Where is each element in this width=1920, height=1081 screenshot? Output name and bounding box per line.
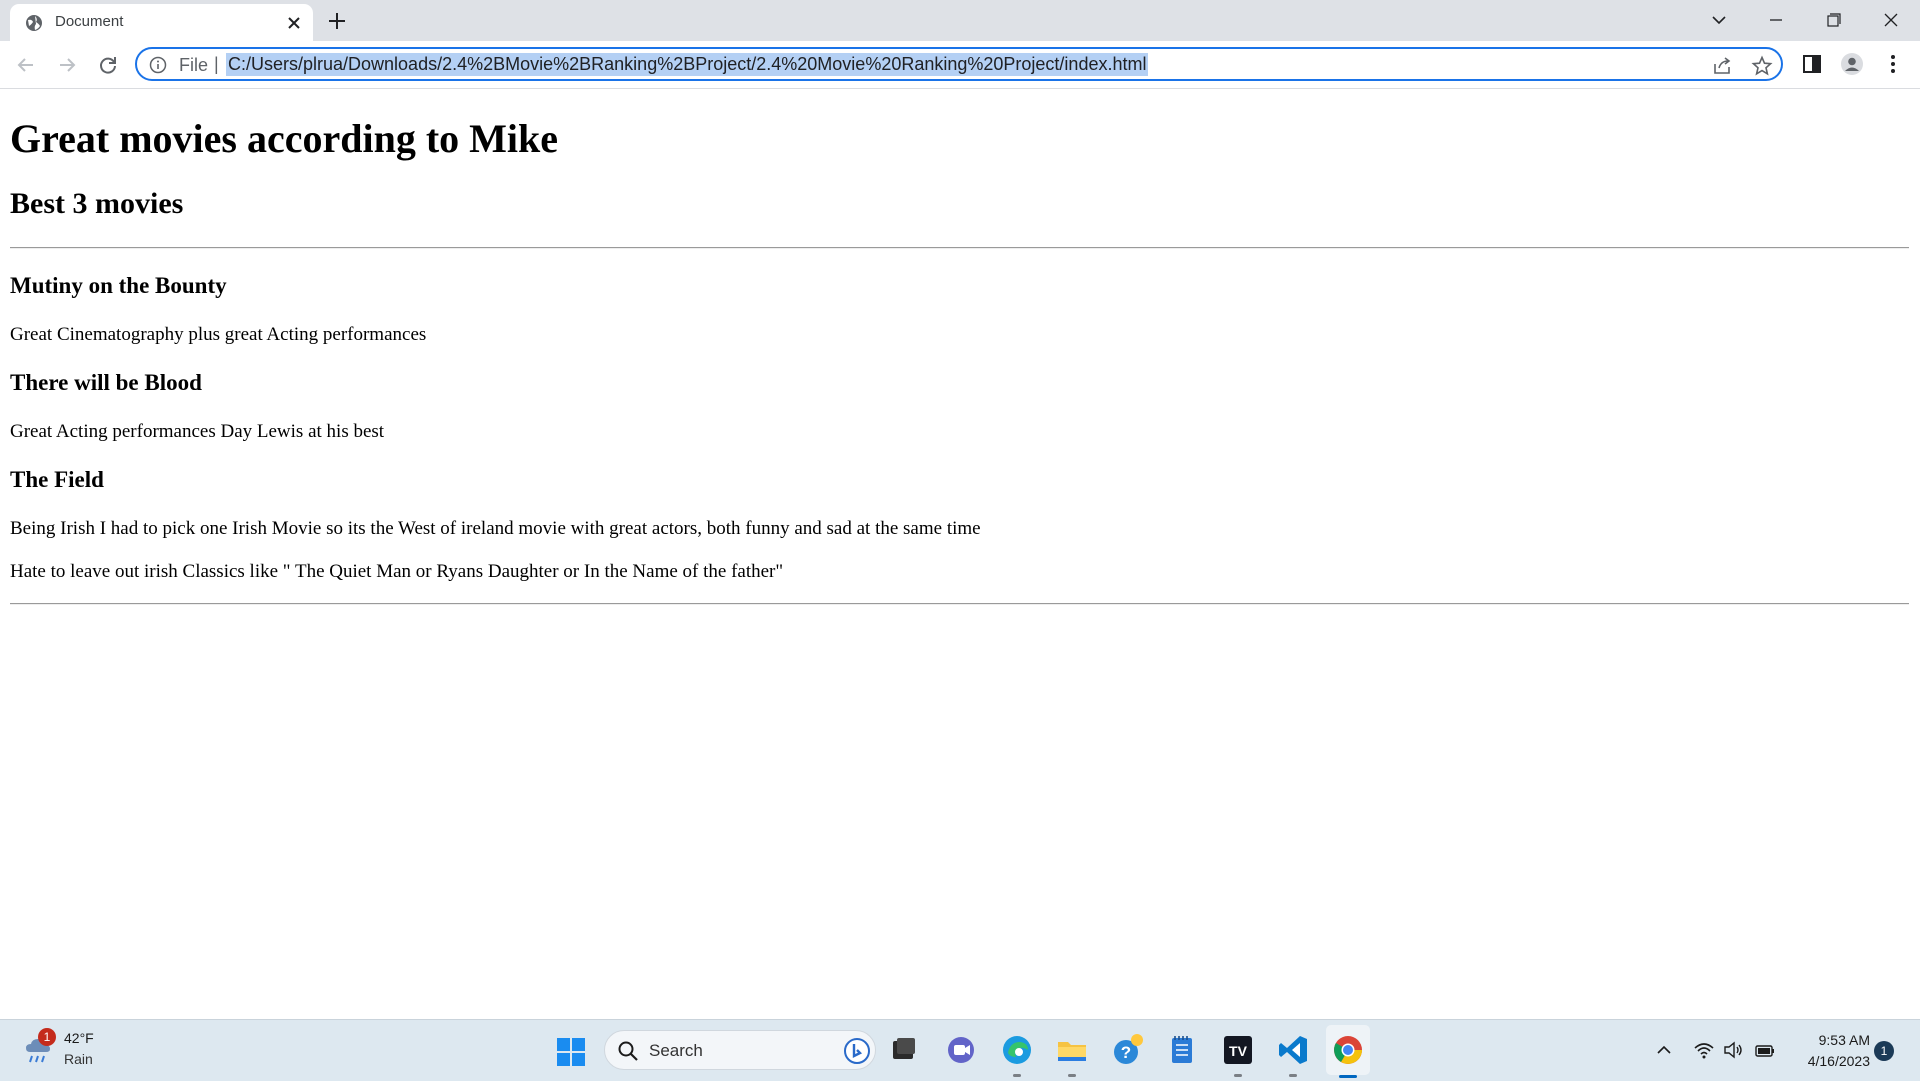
divider-top bbox=[10, 247, 1909, 249]
reload-icon[interactable] bbox=[96, 53, 120, 77]
edge-running-indicator bbox=[1013, 1074, 1021, 1077]
show-hidden-icons-chevron-icon[interactable] bbox=[1653, 1040, 1675, 1060]
page-title: Great movies according to Mike bbox=[10, 116, 559, 161]
notepad-icon[interactable] bbox=[1165, 1033, 1199, 1067]
address-bar[interactable]: File | C:/Users/plrua/Downloads/2.4%2BMo… bbox=[135, 47, 1783, 81]
globe-icon bbox=[26, 15, 42, 31]
chrome-active-indicator bbox=[1339, 1075, 1357, 1078]
site-info-icon[interactable] bbox=[149, 56, 167, 74]
vscode-running-indicator bbox=[1289, 1074, 1297, 1077]
help-icon[interactable]: ? bbox=[1111, 1033, 1145, 1067]
windows-start-icon[interactable] bbox=[556, 1037, 586, 1067]
weather-temperature: 42°F bbox=[64, 1030, 94, 1046]
forward-icon[interactable] bbox=[55, 53, 79, 77]
svg-text:TV: TV bbox=[1229, 1043, 1248, 1059]
edge-icon[interactable] bbox=[1000, 1033, 1034, 1067]
edge-dev-icon[interactable] bbox=[887, 1033, 921, 1067]
bookmark-star-icon[interactable] bbox=[1751, 55, 1773, 77]
weather-alert-badge: 1 bbox=[38, 1028, 56, 1046]
url-separator: | bbox=[214, 54, 219, 74]
url-scheme-label: File bbox=[179, 55, 209, 75]
page-subtitle: Best 3 movies bbox=[10, 187, 184, 220]
profile-avatar-icon[interactable] bbox=[1840, 52, 1864, 76]
footnote-text: Hate to leave out irish Classics like " … bbox=[10, 561, 784, 582]
tradingview-running-indicator bbox=[1234, 1074, 1242, 1077]
bing-icon[interactable] bbox=[843, 1037, 871, 1065]
movie-description: Great Cinematography plus great Acting p… bbox=[10, 324, 427, 345]
volume-icon[interactable] bbox=[1722, 1040, 1744, 1060]
minimize-icon[interactable] bbox=[1756, 5, 1796, 35]
close-tab-icon[interactable] bbox=[284, 13, 304, 33]
vscode-icon[interactable] bbox=[1276, 1033, 1310, 1067]
svg-text:?: ? bbox=[1121, 1043, 1131, 1062]
chrome-icon[interactable] bbox=[1331, 1033, 1365, 1067]
tradingview-icon[interactable]: TV bbox=[1221, 1033, 1255, 1067]
movie-description: Being Irish I had to pick one Irish Movi… bbox=[10, 518, 981, 539]
battery-icon[interactable] bbox=[1754, 1040, 1776, 1060]
file-explorer-icon[interactable] bbox=[1055, 1033, 1089, 1067]
share-icon[interactable] bbox=[1711, 55, 1733, 77]
tab-document[interactable]: Document bbox=[10, 4, 313, 41]
url-text[interactable]: C:/Users/plrua/Downloads/2.4%2BMovie%2BR… bbox=[226, 53, 1149, 76]
search-icon bbox=[618, 1041, 638, 1061]
movie-description: Great Acting performances Day Lewis at h… bbox=[10, 421, 385, 442]
close-window-icon[interactable] bbox=[1871, 5, 1911, 35]
divider-bottom bbox=[10, 603, 1909, 605]
movie-title: The Field bbox=[10, 467, 104, 492]
tab-search-chevron-icon[interactable] bbox=[1699, 5, 1739, 35]
tab-title: Document bbox=[55, 13, 124, 30]
explorer-running-indicator bbox=[1068, 1074, 1076, 1077]
restore-icon[interactable] bbox=[1813, 5, 1853, 35]
weather-condition: Rain bbox=[64, 1051, 93, 1067]
movie-title: Mutiny on the Bounty bbox=[10, 273, 227, 298]
clock-time: 9:53 AM bbox=[1818, 1032, 1870, 1048]
browser-toolbar: File | C:/Users/plrua/Downloads/2.4%2BMo… bbox=[0, 41, 1920, 89]
wifi-icon[interactable] bbox=[1693, 1040, 1715, 1060]
clock-date: 4/16/2023 bbox=[1807, 1053, 1870, 1069]
side-panel-icon[interactable] bbox=[1800, 52, 1824, 76]
page-content: Great movies according to Mike Best 3 mo… bbox=[0, 89, 1920, 1019]
notification-badge[interactable]: 1 bbox=[1874, 1041, 1894, 1061]
taskbar-search[interactable]: Search bbox=[604, 1030, 876, 1070]
search-label: Search bbox=[649, 1041, 703, 1060]
tab-strip: Document bbox=[0, 0, 1920, 41]
windows-taskbar: 1 42°F Rain Search ? TV 9:53 AM 4/16/202… bbox=[0, 1019, 1920, 1081]
movie-title: There will be Blood bbox=[10, 370, 202, 395]
more-menu-icon[interactable] bbox=[1881, 52, 1905, 76]
meet-chat-icon[interactable] bbox=[944, 1033, 978, 1067]
new-tab-icon[interactable] bbox=[325, 9, 349, 33]
back-icon[interactable] bbox=[14, 53, 38, 77]
